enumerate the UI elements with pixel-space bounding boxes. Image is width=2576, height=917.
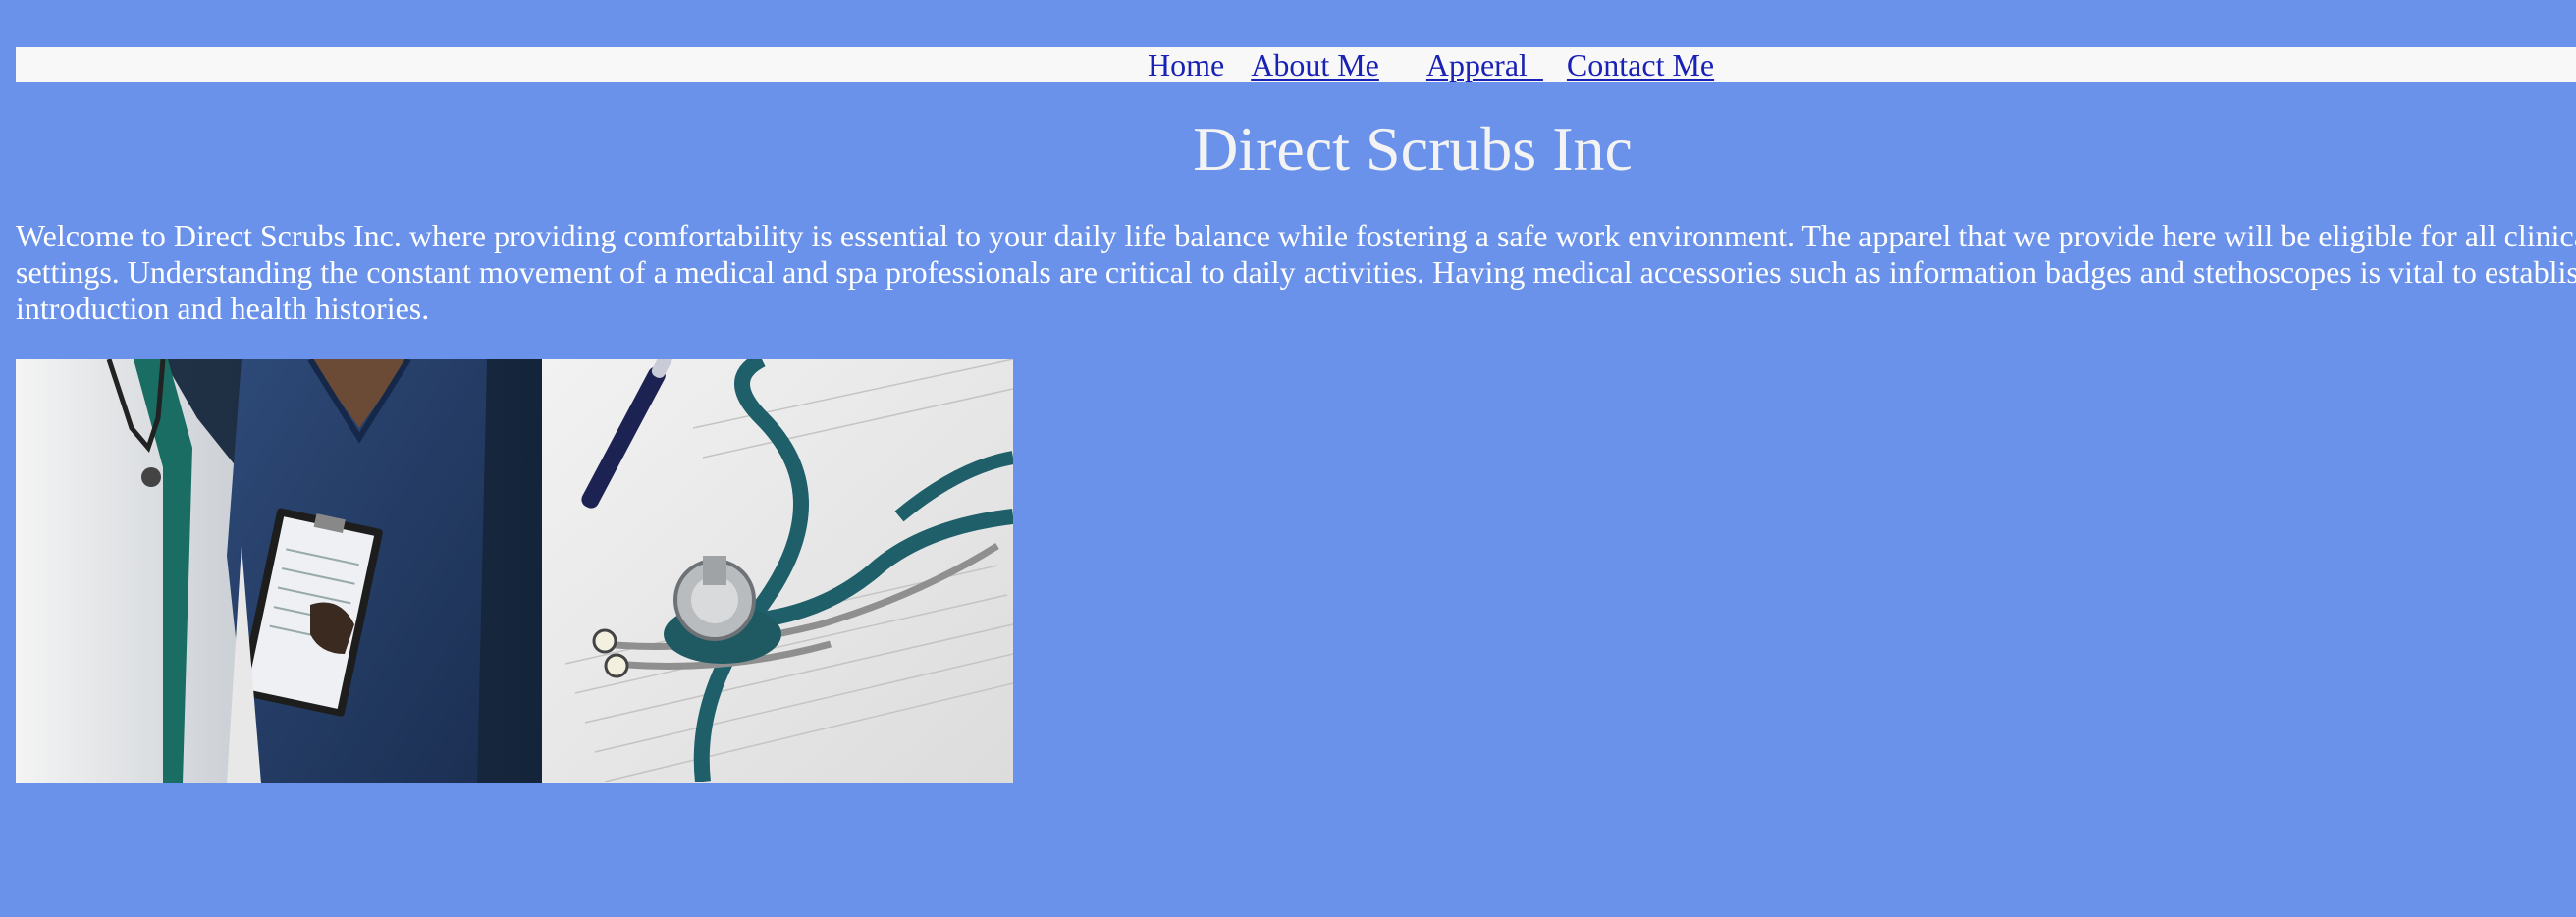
hero-image [16, 359, 1013, 783]
page-title: Direct Scrubs Inc [1193, 114, 1633, 184]
nav-about-link[interactable]: About Me [1251, 47, 1379, 82]
nav-links: Home About Me Apperal Contact Me [1148, 47, 1714, 82]
medical-photo [16, 359, 1013, 783]
nav-apperal-link[interactable]: Apperal [1426, 47, 1543, 82]
nav-contact-link[interactable]: Contact Me [1567, 47, 1714, 82]
nav-home-link[interactable]: Home [1148, 47, 1224, 82]
intro-paragraph: Welcome to Direct Scrubs Inc. where prov… [16, 218, 2576, 326]
nav-bar: Home About Me Apperal Contact Me [16, 47, 2576, 82]
